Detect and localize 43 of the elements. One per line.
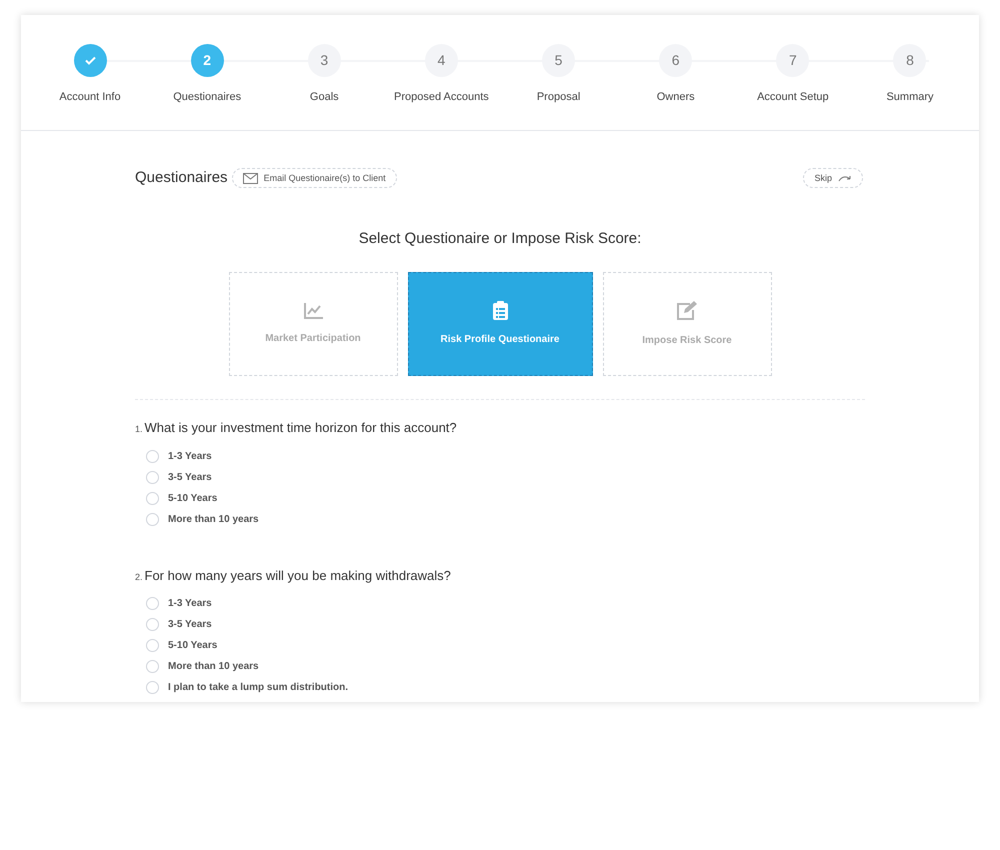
option-label: 1-3 Years [168,450,212,464]
step-label: Summary [886,90,934,105]
step-label: Account Setup [757,90,829,105]
curved-arrow-icon [838,174,852,182]
step-label: Goals [310,90,339,105]
step-label: Account Info [59,90,121,105]
option-label: 3-5 Years [168,618,212,632]
edit-icon [676,300,698,320]
radio-button[interactable] [146,618,159,631]
step-label: Proposal [536,90,580,105]
option-label: I plan to take a lump sum distribution. [168,681,348,695]
radio-button[interactable] [146,492,159,504]
option-label: More than 10 years [168,660,259,674]
select-prompt: Select Questionaire or Impose Risk Score: [358,228,642,248]
line-chart-icon [304,302,322,318]
check-icon [84,56,96,65]
question-text: For how many years will you be making withdrawals? [144,566,451,585]
questionaire-option-card[interactable]: Impose Risk Score [602,272,772,376]
envelope-icon [242,172,258,184]
section-title: Questionaires [135,168,228,188]
radio-button[interactable] [146,512,159,526]
question-number: 1. [135,423,143,436]
questionaire-option-card[interactable]: Risk Profile Questionaire [408,272,592,376]
option-label: 1-3 Years [168,597,212,611]
option-label: 5-10 Years [168,492,218,506]
skip-button[interactable]: Skip [803,168,863,188]
radio-button[interactable] [146,681,159,694]
step-label: Owners [656,90,695,105]
email-button[interactable]: Email Questionaire(s) to Client [232,168,397,188]
question-text: What is your investment time horizon for this account? [144,419,457,437]
radio-button[interactable] [146,470,159,484]
step-label: Questionaires [173,90,242,105]
clipboard-icon [492,301,508,320]
radio-button[interactable] [146,597,159,610]
radio-button[interactable] [146,660,159,673]
questionaire-option-card[interactable]: Market Participation [228,272,398,376]
radio-button[interactable] [146,450,159,462]
question-number: 2. [135,570,143,584]
radio-button[interactable] [146,639,159,652]
step-label: Proposed Accounts [394,90,489,105]
option-label: More than 10 years [168,512,259,526]
option-label: 5-10 Years [168,639,218,653]
option-label: 3-5 Years [168,470,212,484]
